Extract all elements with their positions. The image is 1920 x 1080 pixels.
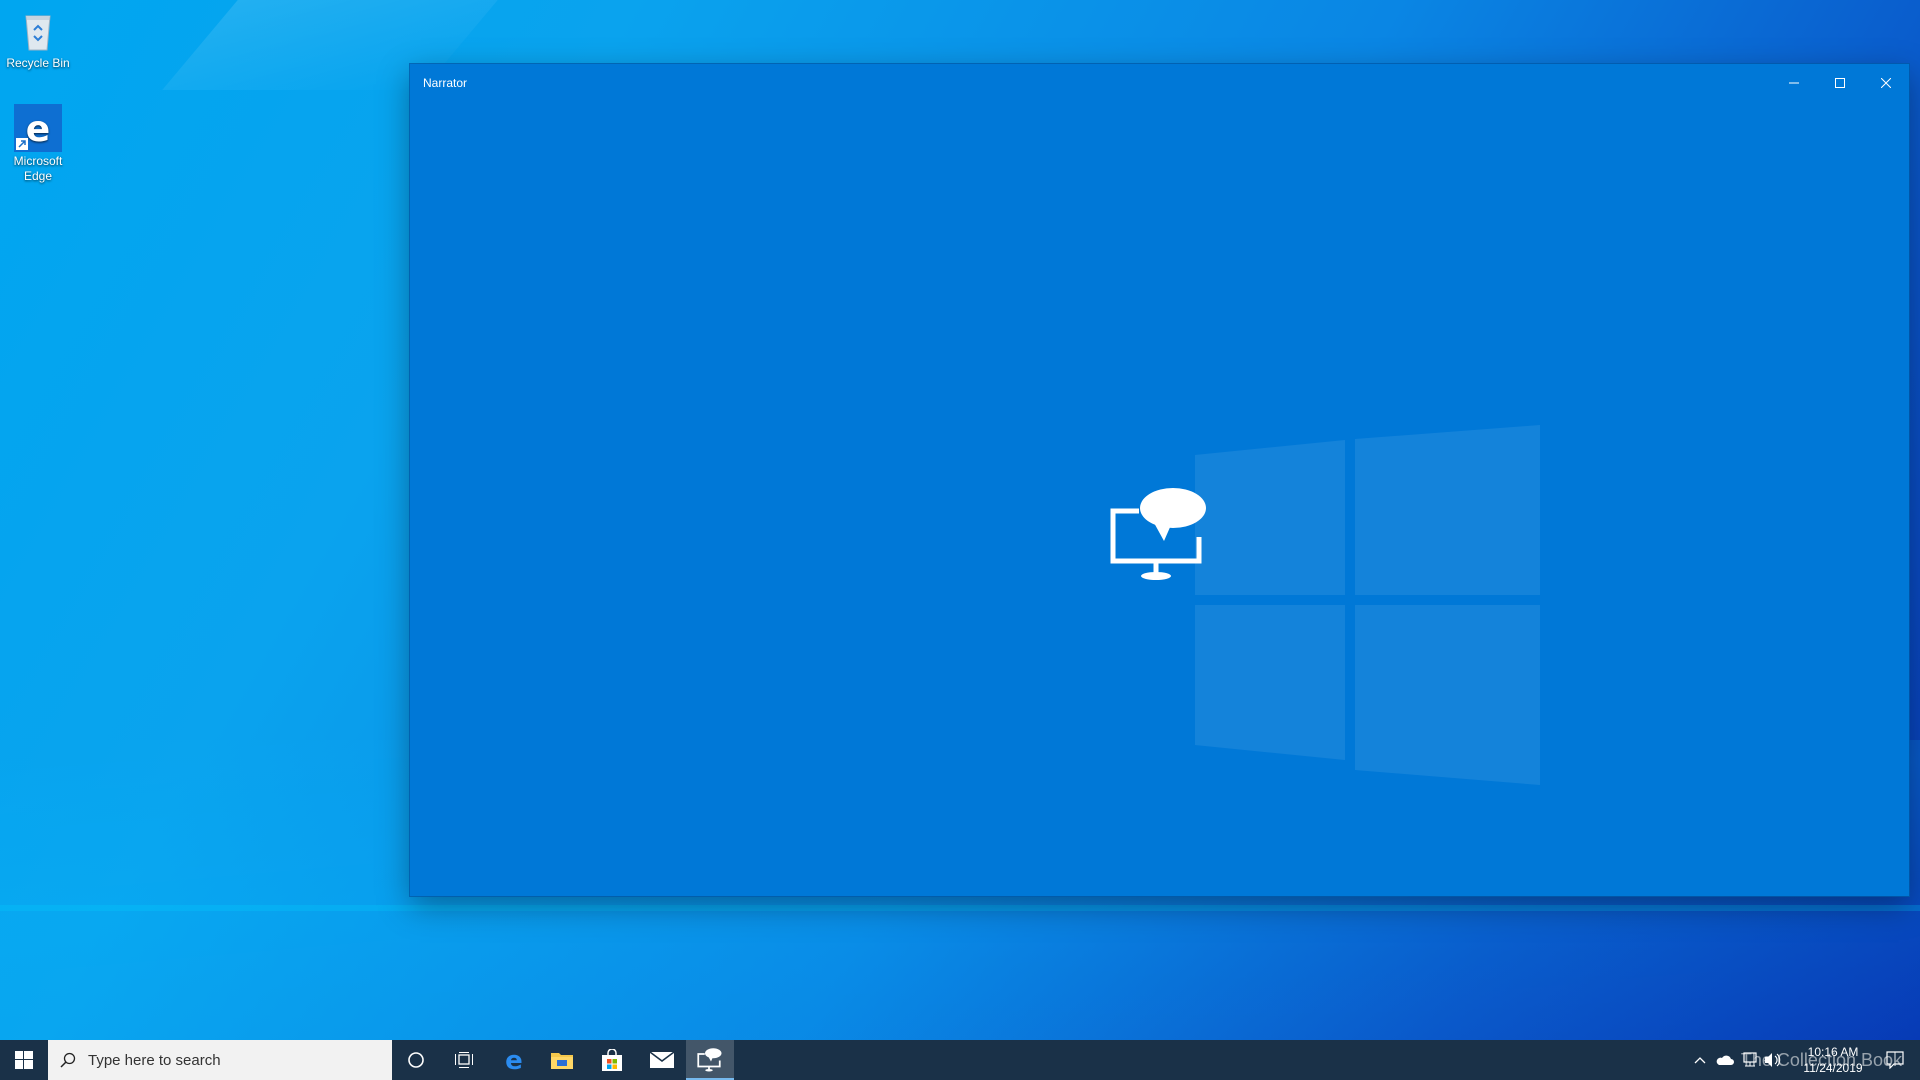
window-title: Narrator [423, 76, 468, 90]
svg-text:e: e [26, 109, 50, 150]
desktop-icon-label: Microsoft Edge [13, 154, 63, 183]
minimize-icon [1789, 82, 1799, 84]
desktop-icon-recycle-bin[interactable]: Recycle Bin [0, 6, 77, 71]
close-button[interactable] [1863, 64, 1909, 102]
cortana-circle-icon [408, 1052, 424, 1068]
maximize-button[interactable] [1817, 64, 1863, 102]
narrator-icon [697, 1048, 722, 1072]
start-button[interactable] [0, 1040, 48, 1080]
svg-text:e: e [505, 1048, 523, 1072]
search-placeholder: Type here to search [88, 1052, 221, 1069]
narrator-app-icon [1110, 488, 1206, 580]
recycle-bin-icon [14, 6, 62, 54]
store-bag-icon [602, 1049, 622, 1071]
cortana-button[interactable] [392, 1040, 440, 1080]
windows-start-icon [15, 1051, 33, 1069]
taskbar-file-explorer-button[interactable] [538, 1040, 586, 1080]
close-icon [1881, 78, 1891, 88]
taskbar-narrator-button[interactable] [686, 1040, 734, 1080]
taskbar-store-button[interactable] [588, 1040, 636, 1080]
mail-icon [650, 1052, 674, 1068]
watermark-text: The Collection Book [1740, 1050, 1902, 1070]
narrator-window: Narrator [410, 64, 1909, 896]
windows-logo-watermark [1195, 425, 1540, 785]
taskbar-mail-button[interactable] [638, 1040, 686, 1080]
desktop-icon-label: Recycle Bin [6, 56, 70, 70]
desktop-light-line [0, 905, 1920, 911]
onedrive-cloud-icon[interactable] [1716, 1054, 1734, 1066]
task-view-button[interactable] [440, 1040, 488, 1080]
maximize-icon [1835, 78, 1845, 88]
task-view-icon [455, 1052, 473, 1068]
folder-icon [551, 1053, 573, 1069]
taskbar-edge-button[interactable]: e [490, 1040, 538, 1080]
splash-screen [410, 102, 1909, 896]
minimize-button[interactable] [1771, 64, 1817, 102]
search-icon [60, 1052, 76, 1068]
window-titlebar[interactable]: Narrator [410, 64, 1909, 102]
edge-icon: e [505, 1048, 523, 1072]
taskbar-search-box[interactable]: Type here to search [48, 1040, 392, 1080]
desktop-icon-microsoft-edge[interactable]: e Microsoft Edge [0, 104, 77, 184]
chevron-up-icon[interactable] [1694, 1055, 1706, 1065]
taskbar: Type here to search e 10:16 AM 11/24/201… [0, 1040, 1920, 1080]
edge-icon: e [14, 104, 62, 152]
